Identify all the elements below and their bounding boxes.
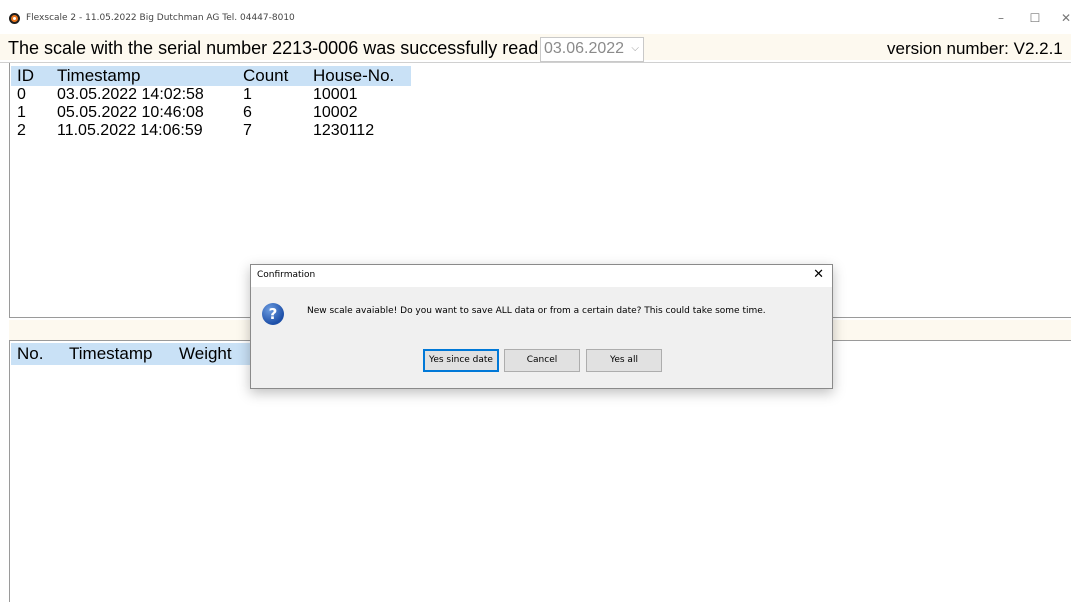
column-header-timestamp[interactable]: Timestamp xyxy=(63,343,173,365)
cell-timestamp: 05.05.2022 10:46:08 xyxy=(57,104,204,121)
column-header-timestamp[interactable]: Timestamp xyxy=(51,66,237,86)
cell-count: 1 xyxy=(243,86,252,103)
confirmation-dialog: Confirmation ✕ ? New scale avaiable! Do … xyxy=(250,264,833,389)
cell-id: 1 xyxy=(17,104,26,121)
cell-house-no: 1230112 xyxy=(313,122,375,139)
cell-house-no: 10001 xyxy=(313,86,358,103)
column-header-id[interactable]: ID xyxy=(11,66,51,86)
cell-id: 0 xyxy=(17,86,26,103)
cell-timestamp: 11.05.2022 14:06:59 xyxy=(57,122,203,139)
table-row[interactable]: 1 05.05.2022 10:46:08 6 10002 xyxy=(11,104,411,122)
chevron-down-icon: ⌵ xyxy=(631,43,639,54)
dialog-titlebar: Confirmation ✕ xyxy=(251,265,832,287)
window-title: Flexscale 2 - 11.05.2022 Big Dutchman AG… xyxy=(26,13,295,23)
dialog-message: New scale avaiable! Do you want to save … xyxy=(307,306,766,316)
cell-count: 6 xyxy=(243,104,252,121)
version-label: version number: V2.2.1 xyxy=(887,39,1063,58)
table-row[interactable]: 0 03.05.2022 14:02:58 1 10001 xyxy=(11,86,411,104)
column-header-no[interactable]: No. xyxy=(11,343,63,365)
yes-since-date-button[interactable]: Yes since date xyxy=(423,349,499,372)
app-logo-icon xyxy=(9,13,20,24)
top-panel-border xyxy=(9,63,10,318)
column-header-house-no[interactable]: House-No. xyxy=(307,66,411,86)
table-header-row: ID Timestamp Count House-No. xyxy=(11,66,411,86)
cell-house-no: 10002 xyxy=(313,104,358,121)
date-select-value: 03.06.2022 xyxy=(544,40,625,57)
minimize-button[interactable]: – xyxy=(984,8,1018,28)
cell-id: 2 xyxy=(17,122,26,139)
header-divider xyxy=(0,62,1071,63)
status-message: The scale with the serial number 2213-00… xyxy=(8,38,539,58)
table-row[interactable]: 2 11.05.2022 14:06:59 7 1230112 xyxy=(11,122,411,140)
date-select[interactable]: 03.06.2022 ⌵ xyxy=(540,37,644,62)
table-header-row: No. Timestamp Weight xyxy=(11,343,265,365)
maximize-button[interactable]: ☐ xyxy=(1018,8,1052,28)
yes-all-button[interactable]: Yes all xyxy=(586,349,662,372)
column-header-count[interactable]: Count xyxy=(237,66,307,86)
dialog-title: Confirmation xyxy=(257,270,316,280)
bottom-panel-border xyxy=(9,340,10,602)
window-titlebar: Flexscale 2 - 11.05.2022 Big Dutchman AG… xyxy=(0,0,1071,32)
cancel-button[interactable]: Cancel xyxy=(504,349,580,372)
weights-table[interactable]: No. Timestamp Weight xyxy=(11,343,265,365)
close-window-button[interactable]: ✕ xyxy=(1049,8,1071,28)
dialog-close-icon[interactable]: ✕ xyxy=(813,267,824,282)
scale-readings-table[interactable]: ID Timestamp Count House-No. 0 03.05.202… xyxy=(11,66,411,140)
cell-count: 7 xyxy=(243,122,252,139)
question-icon: ? xyxy=(262,303,284,325)
cell-timestamp: 03.05.2022 14:02:58 xyxy=(57,86,204,103)
